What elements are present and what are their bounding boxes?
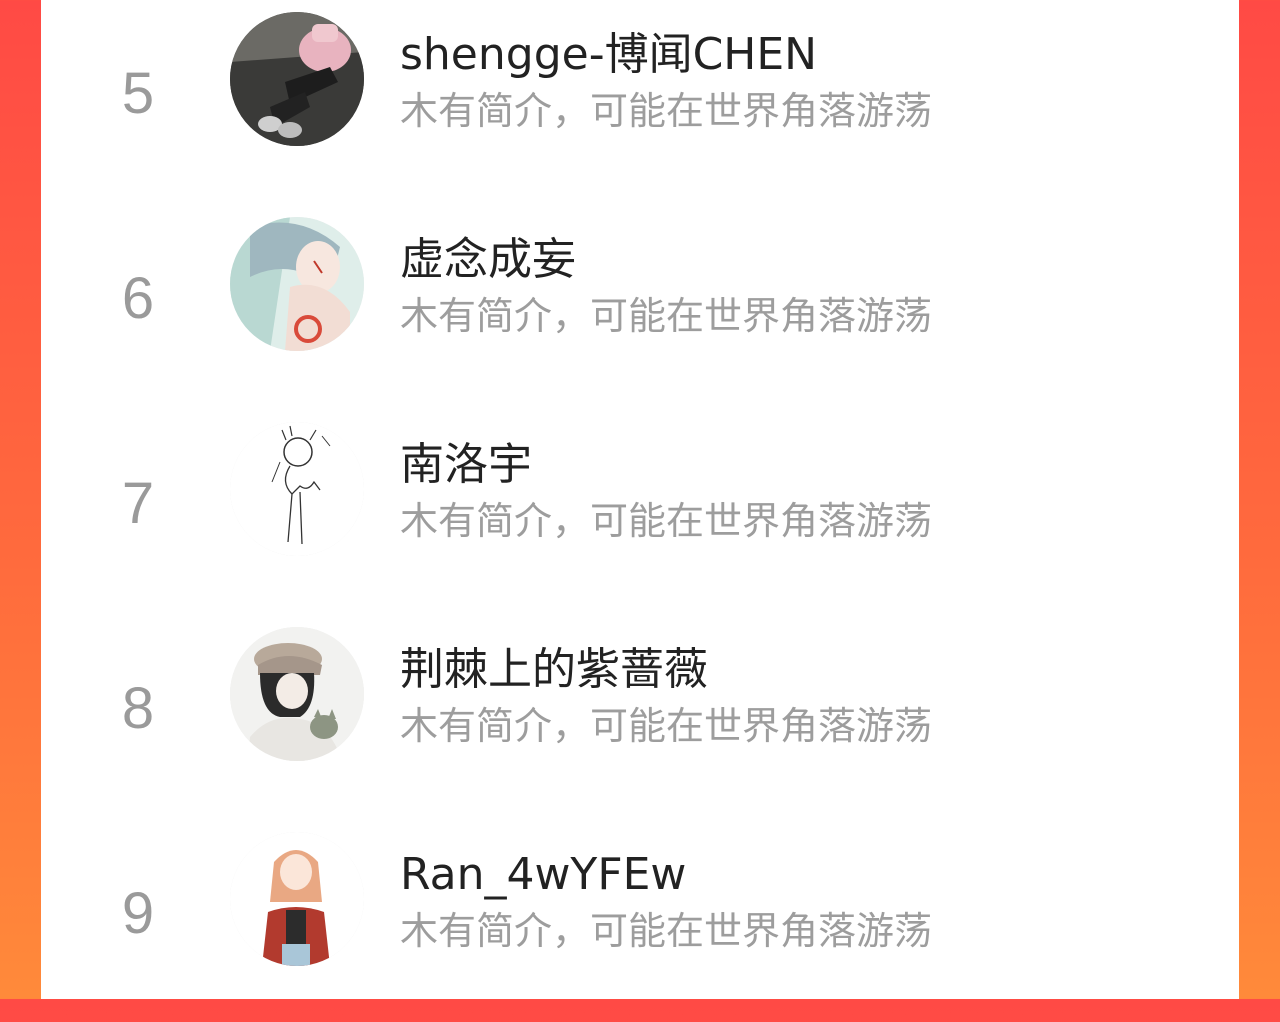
avatar[interactable]: [230, 832, 364, 966]
user-bio: 木有简介，可能在世界角落游荡: [400, 909, 933, 953]
user-avatar-illustration-icon: [230, 217, 364, 351]
user-bio: 木有简介，可能在世界角落游荡: [400, 499, 933, 543]
user-name[interactable]: Ran_4wYFEw: [400, 850, 686, 899]
avatar[interactable]: [230, 12, 364, 146]
user-bio: 木有简介，可能在世界角落游荡: [400, 294, 933, 338]
ranking-list-panel: 5 shengge-博闻CHEN 木有简介，可能在世界角落游荡 6 虚念成妄 木…: [41, 0, 1239, 999]
user-name[interactable]: 荆棘上的紫蔷薇: [400, 645, 708, 694]
avatar[interactable]: [230, 627, 364, 761]
list-item[interactable]: 5 shengge-博闻CHEN 木有简介，可能在世界角落游荡: [41, 0, 1239, 202]
list-item[interactable]: 8 荆棘上的紫蔷薇 木有简介，可能在世界角落游荡: [41, 612, 1239, 817]
avatar[interactable]: [230, 422, 364, 556]
user-avatar-sketch-icon: [230, 422, 364, 556]
user-bio: 木有简介，可能在世界角落游荡: [400, 704, 933, 748]
user-bio: 木有简介，可能在世界角落游荡: [400, 89, 933, 133]
list-item[interactable]: 7 南洛宇 木有简介，可能在世界角落游荡: [41, 407, 1239, 612]
avatar[interactable]: [230, 217, 364, 351]
user-name[interactable]: 南洛宇: [400, 440, 532, 489]
rank-number: 8: [121, 676, 155, 741]
rank-number: 6: [121, 266, 155, 331]
user-name[interactable]: 虚念成妄: [400, 235, 576, 284]
list-item[interactable]: 9 Ran_4wYFEw 木有简介，可能在世界角落游荡: [41, 817, 1239, 1022]
user-avatar-photo-icon: [230, 12, 364, 146]
rank-number: 9: [121, 881, 155, 946]
rank-number: 5: [121, 61, 155, 126]
user-avatar-illustration-icon: [230, 627, 364, 761]
list-item[interactable]: 6 虚念成妄 木有简介，可能在世界角落游荡: [41, 202, 1239, 407]
rank-number: 7: [121, 471, 155, 536]
user-avatar-illustration-icon: [230, 832, 364, 966]
user-name[interactable]: shengge-博闻CHEN: [400, 30, 817, 79]
